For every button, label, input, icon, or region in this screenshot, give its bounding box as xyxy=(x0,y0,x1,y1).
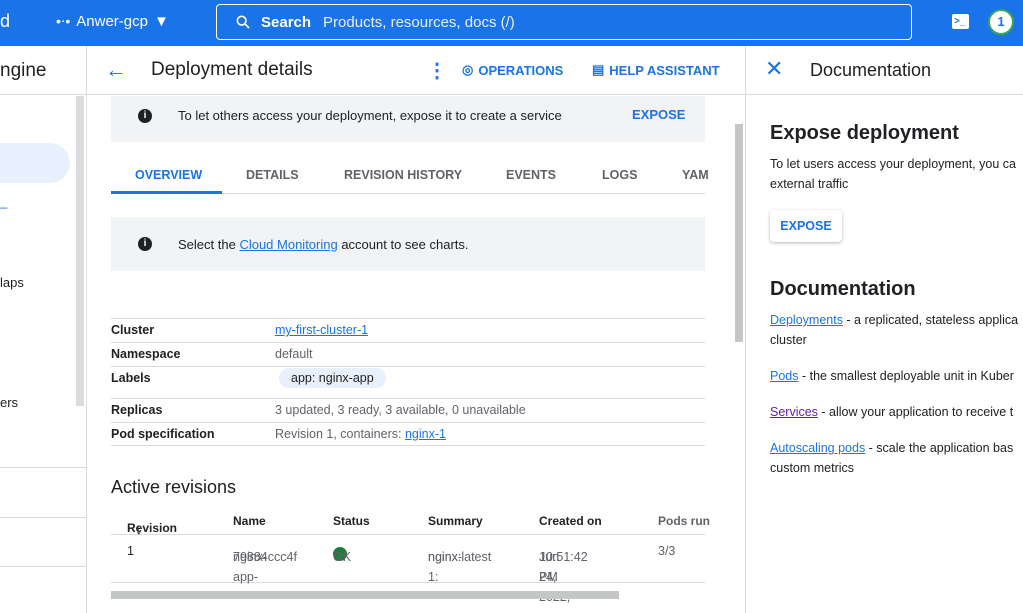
project-name: Anwer-gcp xyxy=(76,13,148,30)
operations-icon: ◎ xyxy=(462,62,474,77)
revision-cell: 1 xyxy=(127,544,134,558)
nav-divider xyxy=(0,517,86,518)
project-icon: •⋅• xyxy=(56,13,71,29)
pods-link[interactable]: Pods xyxy=(770,369,799,383)
expose-heading: Expose deployment xyxy=(770,122,959,144)
cloud-shell-icon[interactable]: >_ xyxy=(952,14,969,29)
nav-divider xyxy=(0,94,86,95)
cluster-link[interactable]: my-first-cluster-1 xyxy=(275,323,368,337)
info-icon: i xyxy=(138,237,152,251)
search-label: Search xyxy=(261,13,312,31)
container-link[interactable]: nginx-1 xyxy=(405,427,446,441)
docs-title: Documentation xyxy=(810,60,932,80)
doc-link-item: Services - allow your application to rec… xyxy=(770,405,1014,419)
active-tab-indicator xyxy=(111,191,222,194)
column-header[interactable]: Pods run xyxy=(658,514,710,528)
tab-yaml[interactable]: YAM xyxy=(682,168,709,182)
pods-cell: 3/3 xyxy=(658,544,676,558)
property-row: Pod specification Revision 1, containers… xyxy=(111,422,705,446)
nav-divider xyxy=(0,467,86,468)
property-label: Pod specification xyxy=(111,427,215,441)
docs-expose-button[interactable]: EXPOSE xyxy=(770,210,842,242)
doc-link-item: Deployments - a replicated, stateless ap… xyxy=(770,313,1019,347)
replicas-value: 3 updated, 3 ready, 3 available, 0 unava… xyxy=(275,403,526,417)
namespace-value: default xyxy=(275,347,313,361)
back-arrow-icon[interactable]: ← xyxy=(105,57,127,83)
chevron-down-icon: ▼ xyxy=(153,13,169,30)
expose-banner: i To let others access your deployment, … xyxy=(111,96,705,142)
page-header: ← Deployment details ⋮ ◎ OPERATIONS ▤ HE… xyxy=(87,46,745,95)
documentation-panel: ✕ Documentation Expose deployment To let… xyxy=(745,46,1023,613)
nav-title: ngine xyxy=(0,60,47,81)
nav-scrollbar[interactable] xyxy=(76,96,84,406)
vertical-scrollbar[interactable] xyxy=(735,124,743,342)
tab-logs[interactable]: LOGS xyxy=(602,168,637,182)
column-header[interactable]: Status xyxy=(333,514,370,528)
property-row: Replicas 3 updated, 3 ready, 3 available… xyxy=(111,398,705,422)
expose-description: To let users access your deployment, you… xyxy=(770,157,1016,191)
top-bar: d •⋅• Anwer-gcp ▼ Search Products, resou… xyxy=(0,0,1023,46)
table-header: Revision ↓ Name Status Summary Created o… xyxy=(111,507,710,538)
property-label: Namespace xyxy=(111,347,181,361)
doc-link-item: Autoscaling pods - scale the application… xyxy=(770,441,1014,475)
expose-button[interactable]: EXPOSE xyxy=(632,107,685,122)
nav-item-link-fragment[interactable]: _ xyxy=(0,194,7,209)
tab-bar: OVERVIEW DETAILS REVISION HISTORY EVENTS… xyxy=(111,158,709,194)
monitoring-text: Select the Cloud Monitoring account to s… xyxy=(178,237,469,252)
services-link[interactable]: Services xyxy=(770,405,818,419)
autoscaling-pods-link[interactable]: Autoscaling pods xyxy=(770,441,865,455)
property-row: Namespace default xyxy=(111,342,705,366)
properties-table: Cluster my-first-cluster-1 Namespace def… xyxy=(111,318,705,446)
operations-label: OPERATIONS xyxy=(478,62,564,78)
label-chip: app: nginx-app xyxy=(279,368,386,388)
help-assistant-button[interactable]: ▤ HELP ASSISTANT xyxy=(592,62,720,78)
property-label: Labels xyxy=(111,371,151,385)
more-vert-icon[interactable]: ⋮ xyxy=(427,58,447,83)
column-header[interactable]: Summary xyxy=(428,514,483,528)
left-nav: ngine _ laps ers xyxy=(0,46,87,613)
deployments-link[interactable]: Deployments xyxy=(770,313,843,327)
page-title: Deployment details xyxy=(151,59,313,80)
tab-details[interactable]: DETAILS xyxy=(246,168,299,182)
avatar[interactable]: 1 xyxy=(988,9,1014,35)
cloud-monitoring-link[interactable]: Cloud Monitoring xyxy=(239,237,337,252)
help-assistant-label: HELP ASSISTANT xyxy=(609,62,720,78)
main-content: ← Deployment details ⋮ ◎ OPERATIONS ▤ HE… xyxy=(87,46,745,613)
property-label: Cluster xyxy=(111,323,155,337)
search-placeholder: Products, resources, docs (/) xyxy=(323,13,515,31)
monitoring-notice: i Select the Cloud Monitoring account to… xyxy=(111,217,705,271)
project-selector[interactable]: •⋅• Anwer-gcp ▼ xyxy=(56,13,169,30)
documentation-heading: Documentation xyxy=(770,278,916,300)
tab-overview[interactable]: OVERVIEW xyxy=(135,168,202,182)
property-row: Cluster my-first-cluster-1 xyxy=(111,318,705,342)
brand-fragment: d xyxy=(0,11,11,31)
search-icon xyxy=(236,15,250,29)
nav-divider xyxy=(0,566,86,567)
tab-events[interactable]: EVENTS xyxy=(506,168,556,182)
info-icon: i xyxy=(138,109,152,123)
close-icon[interactable]: ✕ xyxy=(765,56,783,82)
search-bar[interactable]: Search Products, resources, docs (/) xyxy=(216,4,912,40)
tab-revision-history[interactable]: REVISION HISTORY xyxy=(344,168,462,182)
property-label: Replicas xyxy=(111,403,163,417)
table-row: 1 nginx-app- 79884ccc4f ✓ OK nginx-1: nginx… xyxy=(111,535,705,604)
column-header[interactable]: Name xyxy=(233,514,266,528)
horizontal-scrollbar[interactable] xyxy=(111,591,619,599)
help-assistant-icon: ▤ xyxy=(592,62,605,77)
nav-selected-item[interactable] xyxy=(0,143,70,183)
active-revisions-title: Active revisions xyxy=(111,477,237,497)
doc-link-item: Pods - the smallest deployable unit in K… xyxy=(770,369,1014,383)
operations-button[interactable]: ◎ OPERATIONS xyxy=(462,62,563,78)
banner-text: To let others access your deployment, ex… xyxy=(178,108,562,123)
column-header[interactable]: Created on xyxy=(539,514,602,528)
nav-item-configmaps[interactable]: laps xyxy=(0,275,24,290)
property-row: Labels app: nginx-app xyxy=(111,366,705,398)
revisions-table: Revision ↓ Name Status Summary Created o… xyxy=(111,507,710,604)
docs-header: ✕ Documentation xyxy=(746,46,1023,95)
nav-item-containers[interactable]: ers xyxy=(0,395,18,410)
